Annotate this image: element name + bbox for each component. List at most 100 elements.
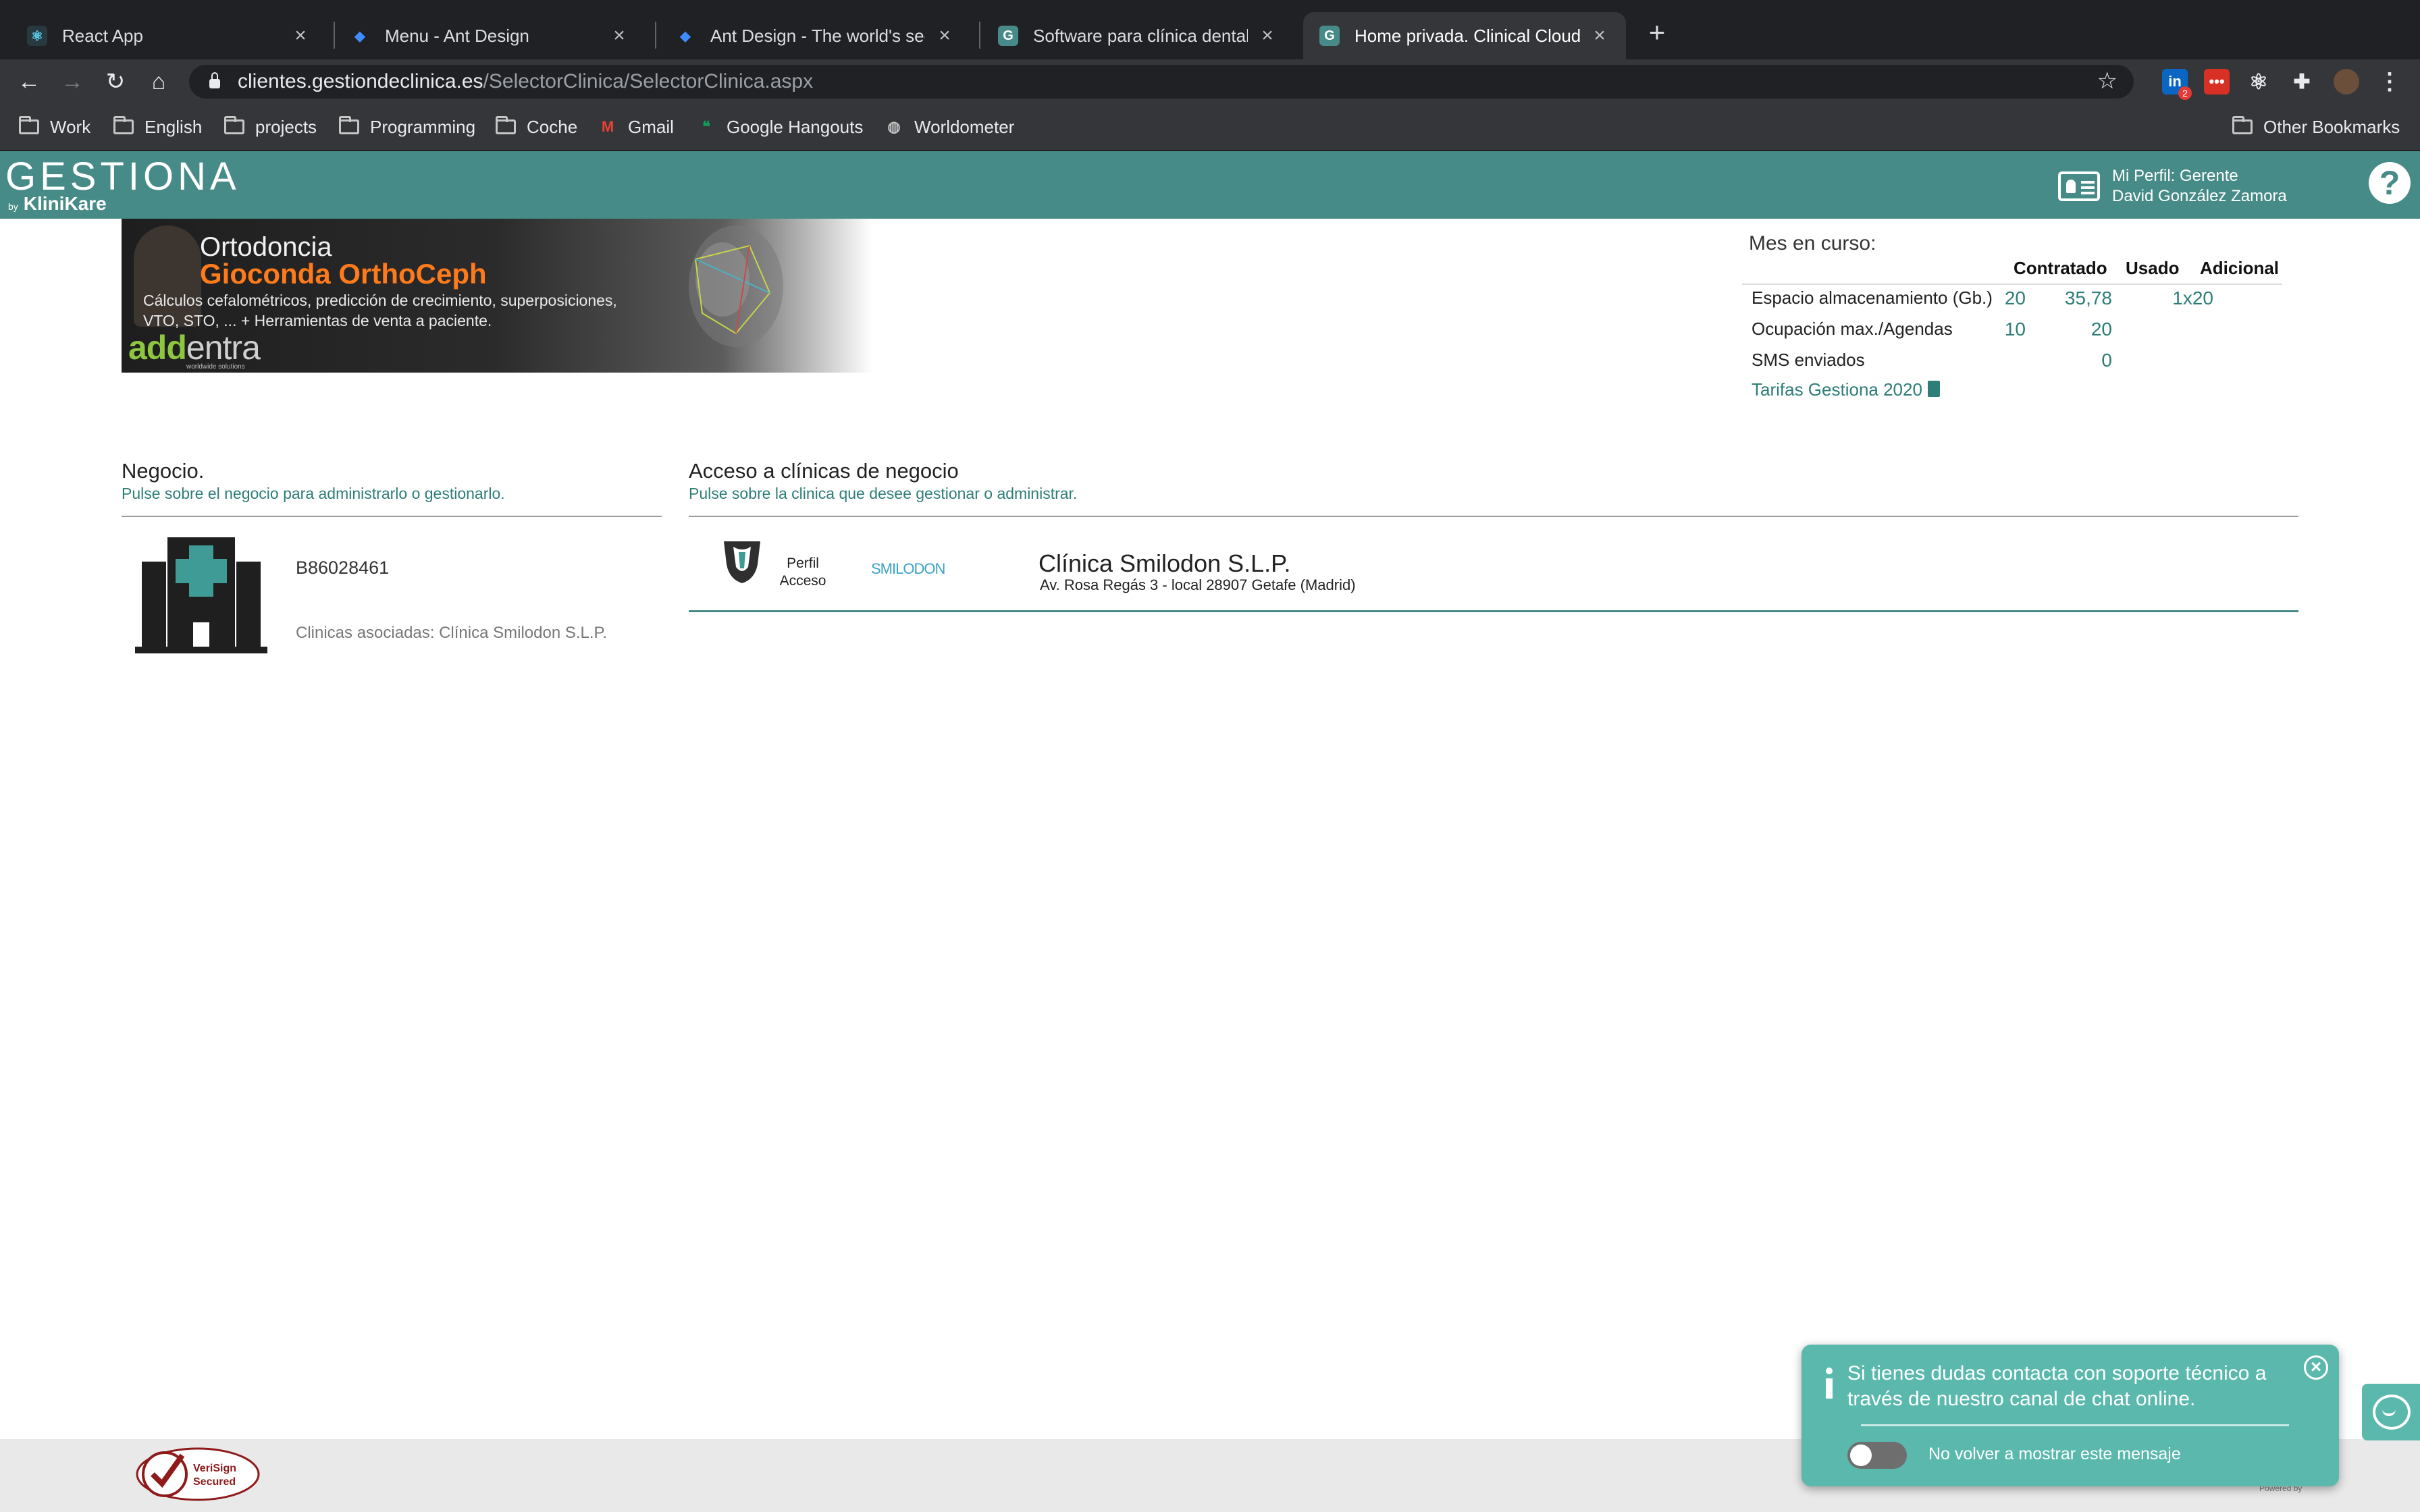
close-tab-icon[interactable]: × [290,24,311,47]
reload-icon[interactable]: ↻ [100,66,131,97]
usage-usado: 0 [2101,350,2112,371]
extension-badge: 2 [2178,86,2192,100]
bookmark-label: Work [50,116,91,137]
usage-divider [1742,284,2282,285]
browser-tab[interactable]: ◆ Menu - Ant Design × [334,12,646,59]
hospital-building-icon[interactable] [135,537,267,653]
folder-icon [339,116,359,134]
tab-separator [979,22,980,49]
usage-usado: 35,78 [2064,288,2112,308]
clinic-address: Av. Rosa Regás 3 - local 28907 Getafe (M… [1040,576,1356,593]
verisign-line1: VeriSign [193,1463,236,1474]
clinicas-divider [689,516,2298,517]
folder-icon [19,116,39,134]
column-header: Usado [2126,258,2180,278]
close-tab-icon[interactable]: × [1589,24,1610,47]
bookmark-coche[interactable]: Coche [496,115,577,139]
bookmark-label: Worldometer [914,116,1015,137]
bookmark-label: English [144,116,203,137]
usage-usado: 20 [2090,319,2112,340]
clinicas-subtitle: Pulse sobre la clinica que desee gestion… [689,485,1078,502]
gestiona-logo[interactable]: GESTIONA [5,154,240,199]
bookmark-label: Coche [527,116,578,137]
cephalometric-skull-image [689,225,783,347]
bookmark-gmail[interactable]: M Gmail [598,115,674,139]
browser-toolbar: ← → ↻ ⌂ clientes.gestiondeclinica.es /Se… [0,59,2420,104]
url-host: clientes.gestiondeclinica.es [238,70,483,92]
bookmarks-bar: Work English projects Programming Coche … [0,104,2420,151]
chat-divider [1861,1424,2289,1426]
password-extension-icon[interactable]: ••• [2204,69,2230,94]
chat-launcher-icon[interactable] [2362,1384,2420,1440]
address-bar[interactable]: clientes.gestiondeclinica.es /SelectorCl… [189,65,2134,99]
close-tab-icon[interactable]: × [1257,24,1278,47]
negocio-subtitle: Pulse sobre el negocio para administrarl… [122,485,505,502]
browser-tab[interactable]: ⚛ React App × [11,12,327,59]
gmail-icon: M [601,118,614,135]
profile-user-name: David González Zamora [2112,187,2287,205]
folder-icon [496,116,516,134]
home-icon[interactable]: ⌂ [143,66,174,97]
close-tab-icon[interactable]: × [935,24,955,47]
column-header: Adicional [2200,258,2280,278]
browser-menu-icon[interactable]: ⋮ [2377,69,2402,94]
folder-icon [2232,116,2253,134]
chat-support-popup: Si tienes dudas contacta con soporte téc… [1801,1345,2339,1486]
tab-title: Home privada. Clinical Cloud. [1354,25,1580,46]
dont-show-again-toggle[interactable] [1847,1442,1907,1469]
help-icon[interactable]: ? [2369,162,2411,204]
url-path: /SelectorClinica/SelectorClinica.aspx [483,70,814,92]
bookmark-label: Other Bookmarks [2263,116,2400,137]
folder-icon [224,116,244,134]
bookmark-projects[interactable]: projects [224,115,317,139]
negocio-id[interactable]: B86028461 [296,558,389,578]
gestiona-icon: G [1319,26,1340,46]
usage-row-label: Ocupación max./Agendas [1752,319,1953,339]
perfil-acceso-button[interactable]: Perfil Acceso [772,555,833,590]
extensions-puzzle-icon[interactable]: ✚ [2289,69,2315,94]
bookmark-programming[interactable]: Programming [339,115,475,139]
app-header: GESTIONA by KliniKare Mi Perfil: Gerente … [0,151,2420,219]
tab-title: Software para clínica dental en [1033,25,1248,46]
new-tab-button[interactable]: + [1642,18,1672,47]
browser-tabstrip: ⚛ React App × ◆ Menu - Ant Design × ◆ An… [0,0,2420,59]
browser-tab-active[interactable]: G Home privada. Clinical Cloud. × [1303,12,1626,59]
bookmark-star-icon[interactable]: ☆ [2097,68,2118,94]
browser-tab[interactable]: G Software para clínica dental en × [982,12,1294,59]
perfil-label: Perfil [787,556,819,571]
brand-rest: entra [186,329,261,367]
back-icon[interactable]: ← [14,66,45,97]
profile-avatar[interactable] [2334,69,2359,94]
logo-brand: KliniKare [23,193,107,214]
ant-design-icon: ◆ [680,28,691,44]
bookmark-google-hangouts[interactable]: ❝ Google Hangouts [697,115,863,139]
klinikare-logo: by KliniKare [8,193,107,215]
banner-description: Cálculos cefalométricos, predicción de c… [143,290,656,331]
react-devtools-icon[interactable]: ⚛ [2246,69,2271,94]
bookmark-other-bookmarks[interactable]: Other Bookmarks [2232,115,2400,139]
ad-banner[interactable]: Ortodoncia Gioconda OrthoCeph Cálculos c… [122,219,872,373]
clinic-name-link[interactable]: Clínica Smilodon S.L.P. [1038,549,1291,578]
bookmark-english[interactable]: English [113,115,202,139]
profile-card-icon[interactable] [2058,171,2100,201]
addentra-logo: addentra [128,328,261,367]
ant-design-icon: ◆ [354,28,365,44]
clinicas-title: Acceso a clínicas de negocio [689,459,959,483]
bookmark-worldometer[interactable]: ◍ Worldometer [885,115,1014,139]
clinic-tooth-logo-icon[interactable] [721,537,763,585]
close-icon[interactable]: × [2304,1355,2328,1380]
tab-title: React App [62,25,143,46]
browser-tab[interactable]: ◆ Ant Design - The world's secon × [659,12,971,59]
brand-tagline: worldwide solutions [186,363,245,371]
tarifas-label: Tarifas Gestiona 2020 [1752,379,1922,400]
folder-icon [113,116,134,134]
usage-contratado: 10 [2004,319,2026,340]
bookmark-work[interactable]: Work [19,115,90,139]
profile-info[interactable]: Mi Perfil: Gerente David González Zamora [2112,166,2287,207]
tab-title: Menu - Ant Design [385,25,529,46]
verisign-secured-seal[interactable]: VeriSign Secured [135,1442,261,1503]
forward-icon[interactable]: → [57,66,88,97]
close-tab-icon[interactable]: × [609,24,629,47]
usage-title: Mes en curso: [1749,232,1876,254]
tarifas-link[interactable]: Tarifas Gestiona 2020 [1752,379,1940,400]
